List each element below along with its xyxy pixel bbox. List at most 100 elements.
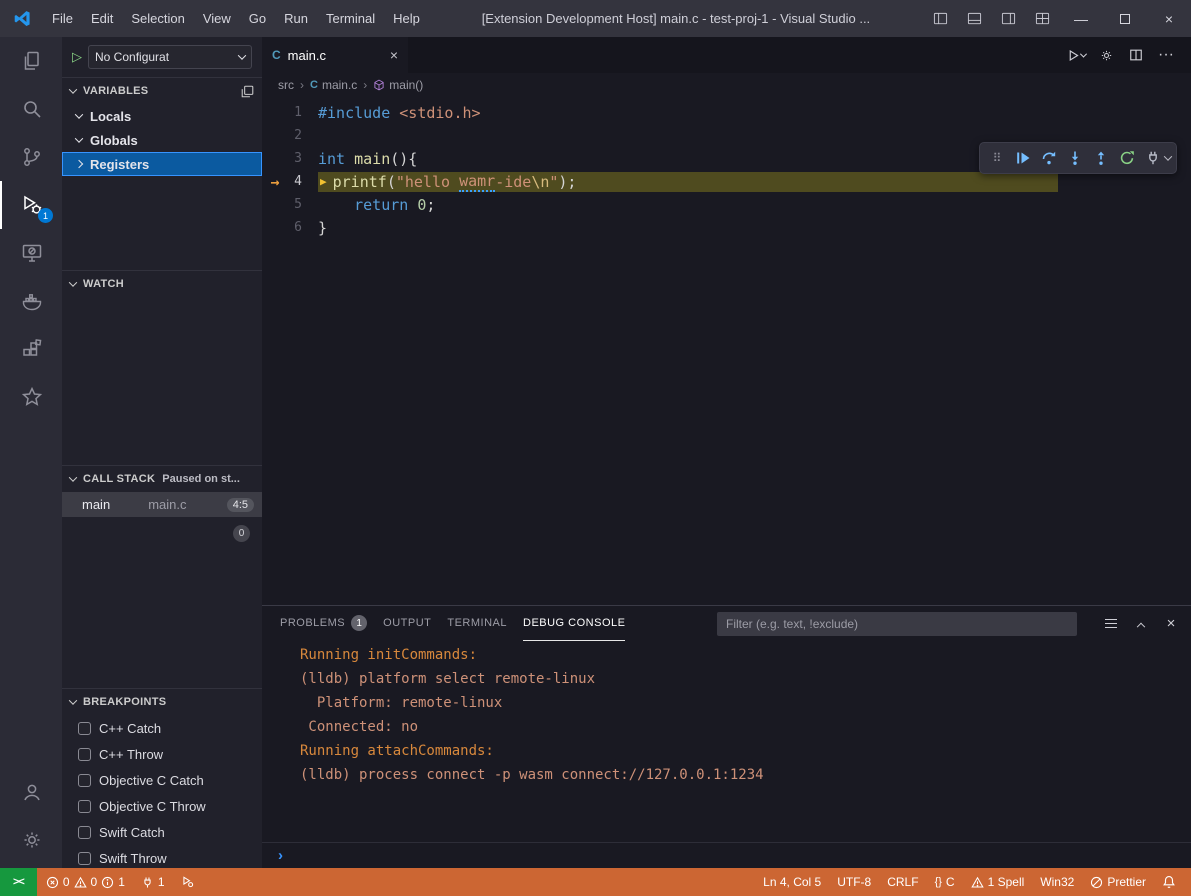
- step-into-icon[interactable]: [1063, 146, 1087, 170]
- gutter-glyph-margin[interactable]: →: [262, 172, 288, 191]
- minimize-button[interactable]: —: [1059, 0, 1103, 37]
- notifications-bell[interactable]: [1155, 868, 1183, 896]
- remote-explorer-icon[interactable]: [0, 229, 62, 277]
- variables-header[interactable]: VARIABLES: [62, 78, 262, 104]
- open-view-icon[interactable]: [241, 85, 254, 98]
- code-token: [318, 196, 354, 214]
- ports-status[interactable]: 1: [134, 868, 172, 896]
- search-icon[interactable]: [0, 85, 62, 133]
- debug-status[interactable]: [174, 868, 202, 896]
- toggle-panel-icon[interactable]: [957, 0, 991, 37]
- checkbox-unchecked[interactable]: [78, 852, 91, 865]
- panel-tab-terminal[interactable]: TERMINAL: [447, 606, 507, 641]
- extensions-icon[interactable]: [0, 325, 62, 373]
- more-actions-icon[interactable]: ···: [1153, 42, 1179, 68]
- breakpoint-label: Objective C Catch: [99, 773, 204, 788]
- panel-tab-output[interactable]: OUTPUT: [383, 606, 431, 641]
- breadcrumb-symbol[interactable]: main(): [373, 78, 423, 92]
- menu-go[interactable]: Go: [240, 7, 275, 30]
- info-count: 1: [118, 875, 125, 889]
- split-editor-icon[interactable]: [1123, 42, 1149, 68]
- start-debug-icon[interactable]: ▷: [72, 49, 82, 65]
- menu-terminal[interactable]: Terminal: [317, 7, 384, 30]
- debug-console-output[interactable]: Running initCommands:(lldb) platform sel…: [262, 641, 1191, 842]
- problems-status[interactable]: 0 0 1: [39, 868, 132, 896]
- breakpoint-item[interactable]: Swift Throw: [62, 845, 262, 868]
- debug-settings-gear-icon[interactable]: [1093, 42, 1119, 68]
- close-window-button[interactable]: ×: [1147, 0, 1191, 37]
- toggle-sidebar-icon[interactable]: [923, 0, 957, 37]
- maximize-button[interactable]: [1103, 0, 1147, 37]
- checkbox-unchecked[interactable]: [78, 722, 91, 735]
- chevron-down-icon[interactable]: [1164, 152, 1172, 160]
- breadcrumb-file[interactable]: Cmain.c: [310, 78, 357, 92]
- tab-main-c[interactable]: C main.c ×: [262, 37, 408, 73]
- checkbox-unchecked[interactable]: [78, 748, 91, 761]
- remote-indicator[interactable]: ><: [0, 868, 37, 896]
- docker-icon[interactable]: [0, 277, 62, 325]
- variables-scope-globals[interactable]: Globals: [62, 128, 262, 152]
- checkbox-unchecked[interactable]: [78, 800, 91, 813]
- breakpoint-item[interactable]: Swift Catch: [62, 819, 262, 845]
- source-control-icon[interactable]: [0, 133, 62, 181]
- console-filter-input[interactable]: [717, 612, 1077, 636]
- debug-console-input[interactable]: ›: [262, 842, 1191, 868]
- eol-indicator[interactable]: CRLF: [880, 868, 925, 896]
- breakpoint-item[interactable]: C++ Catch: [62, 715, 262, 741]
- breakpoint-item[interactable]: C++ Throw: [62, 741, 262, 767]
- menu-run[interactable]: Run: [275, 7, 317, 30]
- account-icon[interactable]: [0, 768, 62, 816]
- encoding-indicator[interactable]: UTF-8: [830, 868, 878, 896]
- breakpoint-item[interactable]: Objective C Throw: [62, 793, 262, 819]
- stack-frame-row[interactable]: main main.c 4:5: [62, 492, 262, 517]
- variables-scope-locals[interactable]: Locals: [62, 104, 262, 128]
- window-title: [Extension Development Host] main.c - te…: [429, 11, 923, 26]
- close-tab-icon[interactable]: ×: [390, 47, 398, 63]
- explorer-icon[interactable]: [0, 37, 62, 85]
- code-line-5[interactable]: 5 return 0;: [262, 193, 1191, 216]
- step-over-icon[interactable]: [1037, 146, 1061, 170]
- warning-count: 0: [91, 875, 98, 889]
- settings-gear-icon[interactable]: [0, 816, 62, 864]
- output-actions-icon[interactable]: [1099, 612, 1123, 636]
- platform-indicator[interactable]: Win32: [1033, 868, 1081, 896]
- step-out-icon[interactable]: [1089, 146, 1113, 170]
- run-or-debug-icon[interactable]: [1063, 42, 1089, 68]
- breakpoint-item[interactable]: Objective C Catch: [62, 767, 262, 793]
- run-and-debug-icon[interactable]: 1: [0, 181, 62, 229]
- panel-tab-problems[interactable]: PROBLEMS1: [280, 606, 367, 641]
- console-line: (lldb) platform select remote-linux: [300, 671, 1191, 695]
- menu-view[interactable]: View: [194, 7, 240, 30]
- code-editor[interactable]: ⠿: [262, 97, 1191, 605]
- toggle-secondary-sidebar-icon[interactable]: [991, 0, 1025, 37]
- code-line-1[interactable]: 1#include <stdio.h>: [262, 101, 1191, 124]
- cursor-position[interactable]: Ln 4, Col 5: [756, 868, 828, 896]
- breakpoints-header[interactable]: BREAKPOINTS: [62, 689, 262, 715]
- language-mode[interactable]: {}C: [928, 868, 962, 896]
- checkbox-unchecked[interactable]: [78, 774, 91, 787]
- maximize-panel-icon[interactable]: [1129, 612, 1153, 636]
- debug-config-dropdown[interactable]: No Configurat: [88, 45, 252, 69]
- watch-header[interactable]: WATCH: [62, 271, 262, 297]
- variables-scope-registers[interactable]: Registers: [62, 152, 262, 176]
- formatter-status[interactable]: Prettier: [1083, 868, 1153, 896]
- favorites-star-icon[interactable]: [0, 373, 62, 421]
- checkbox-unchecked[interactable]: [78, 826, 91, 839]
- restart-icon[interactable]: [1115, 146, 1139, 170]
- drag-handle-icon[interactable]: ⠿: [985, 146, 1009, 170]
- close-panel-icon[interactable]: ×: [1159, 612, 1183, 636]
- menu-edit[interactable]: Edit: [82, 7, 122, 30]
- menu-file[interactable]: File: [43, 7, 82, 30]
- menu-help[interactable]: Help: [384, 7, 429, 30]
- spell-checker-status[interactable]: 1 Spell: [964, 868, 1032, 896]
- braces-icon: {}: [935, 876, 942, 888]
- panel-action-icons: ×: [1093, 612, 1183, 636]
- menu-selection[interactable]: Selection: [122, 7, 193, 30]
- panel-tab-debug-console[interactable]: DEBUG CONSOLE: [523, 606, 625, 641]
- disconnect-icon[interactable]: [1141, 146, 1165, 170]
- continue-icon[interactable]: [1011, 146, 1035, 170]
- breadcrumb-folder[interactable]: src: [278, 78, 294, 92]
- call-stack-header[interactable]: CALL STACK Paused on st...: [62, 466, 262, 492]
- code-line-6[interactable]: 6}: [262, 216, 1191, 239]
- customize-layout-icon[interactable]: [1025, 0, 1059, 37]
